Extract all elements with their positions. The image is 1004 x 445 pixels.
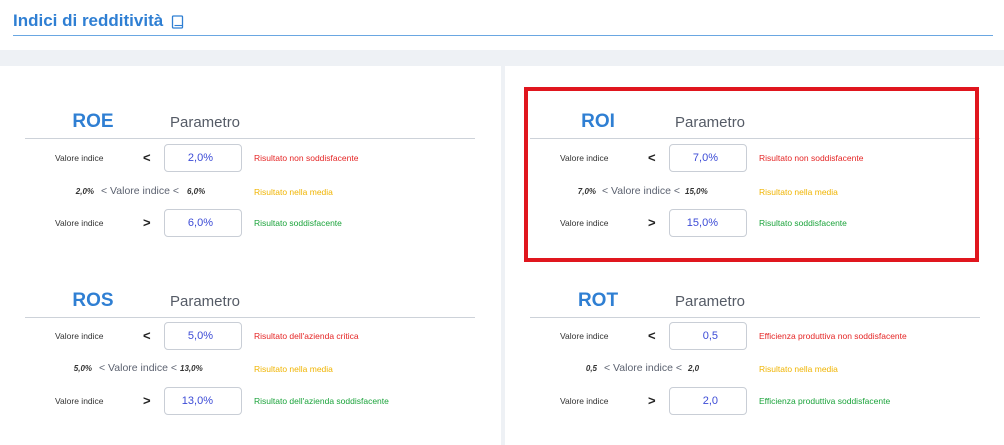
block-divider xyxy=(25,138,475,139)
mid-label: < Valore indice < xyxy=(604,362,683,374)
page-title-text: Indici di redditività xyxy=(13,11,164,30)
roi-highlight-frame xyxy=(524,87,979,262)
low-result-text: Efficienza produttiva non soddisfacente xyxy=(759,331,907,341)
block-divider xyxy=(530,317,980,318)
mid-low-value: 5,0% xyxy=(73,364,92,373)
high-threshold-row: Valore indice > 13,0% Risultato dell'azi… xyxy=(25,387,475,417)
less-than-operator: < xyxy=(648,328,656,343)
high-threshold-input[interactable]: 6,0% xyxy=(164,209,242,237)
block-title: ROS xyxy=(72,290,114,311)
input-value: 6,0% xyxy=(187,217,213,229)
less-than-operator: < xyxy=(143,328,151,343)
row-label: Valore indice xyxy=(55,331,104,341)
input-value: 0,5 xyxy=(702,330,718,342)
row-label: Valore indice xyxy=(55,396,104,406)
mid-result-text: Risultato nella media xyxy=(759,364,838,374)
block-param-heading: Parametro xyxy=(170,114,241,131)
page-title: Indici di redditività xyxy=(13,11,184,31)
low-threshold-row: Valore indice < 0,5 Efficienza produttiv… xyxy=(530,322,980,352)
row-label: Valore indice xyxy=(55,153,104,163)
low-threshold-input[interactable]: 5,0% xyxy=(164,322,242,350)
mid-result-text: Risultato nella media xyxy=(254,187,333,197)
block-title: ROE xyxy=(72,111,114,132)
less-than-operator: < xyxy=(143,150,151,165)
input-value: 5,0% xyxy=(187,330,213,342)
block-param-heading: Parametro xyxy=(170,293,241,310)
mid-label: < Valore indice < xyxy=(99,362,178,374)
mid-low-value: 0,5 xyxy=(585,364,597,373)
mid-high-value: 6,0% xyxy=(187,187,206,196)
title-divider xyxy=(13,35,993,36)
mid-high-value: 2,0 xyxy=(688,364,700,373)
mid-label: < Valore indice < xyxy=(101,185,180,197)
low-threshold-row: Valore indice < 5,0% Risultato dell'azie… xyxy=(25,322,475,352)
low-threshold-input[interactable]: 2,0% xyxy=(164,144,242,172)
mid-low-value: 2,0% xyxy=(75,187,94,196)
high-threshold-input[interactable]: 13,0% xyxy=(164,387,242,415)
mid-range-row: 0,5 < Valore indice < 2,0 Risultato nell… xyxy=(530,362,980,378)
low-threshold-row: Valore indice < 2,0% Risultato non soddi… xyxy=(25,144,475,174)
input-value: 2,0 xyxy=(702,395,718,407)
high-threshold-row: Valore indice > 6,0% Risultato soddisfac… xyxy=(25,209,475,239)
mid-range-row: 5,0% < Valore indice < 13,0% Risultato n… xyxy=(25,362,475,378)
row-label: Valore indice xyxy=(560,396,609,406)
block-title: ROT xyxy=(577,290,619,311)
mid-high-value: 13,0% xyxy=(180,364,203,373)
mid-range-row: 2,0% < Valore indice < 6,0% Risultato ne… xyxy=(25,185,475,201)
high-result-text: Risultato soddisfacente xyxy=(254,218,342,228)
roe-block: ROE Parametro Valore indice < 2,0% Risul… xyxy=(25,111,475,271)
high-threshold-input[interactable]: 2,0 xyxy=(669,387,747,415)
low-result-text: Risultato non soddisfacente xyxy=(254,153,359,163)
block-param-heading: Parametro xyxy=(675,293,746,310)
low-threshold-input[interactable]: 0,5 xyxy=(669,322,747,350)
high-threshold-row: Valore indice > 2,0 Efficienza produttiv… xyxy=(530,387,980,417)
rot-block: ROT Parametro Valore indice < 0,5 Effici… xyxy=(530,290,980,445)
high-result-text: Efficienza produttiva soddisfacente xyxy=(759,396,891,406)
input-value: 2,0% xyxy=(187,152,213,164)
ros-block: ROS Parametro Valore indice < 5,0% Risul… xyxy=(25,290,475,445)
high-result-text: Risultato dell'azienda soddisfacente xyxy=(254,396,389,406)
book-icon[interactable] xyxy=(171,14,184,29)
input-value: 13,0% xyxy=(181,395,213,407)
mid-result-text: Risultato nella media xyxy=(254,364,333,374)
greater-than-operator: > xyxy=(143,215,151,230)
low-result-text: Risultato dell'azienda critica xyxy=(254,331,359,341)
greater-than-operator: > xyxy=(648,393,656,408)
block-divider xyxy=(25,317,475,318)
row-label: Valore indice xyxy=(55,218,104,228)
row-label: Valore indice xyxy=(560,331,609,341)
page-header: Indici di redditività xyxy=(0,0,1004,50)
greater-than-operator: > xyxy=(143,393,151,408)
